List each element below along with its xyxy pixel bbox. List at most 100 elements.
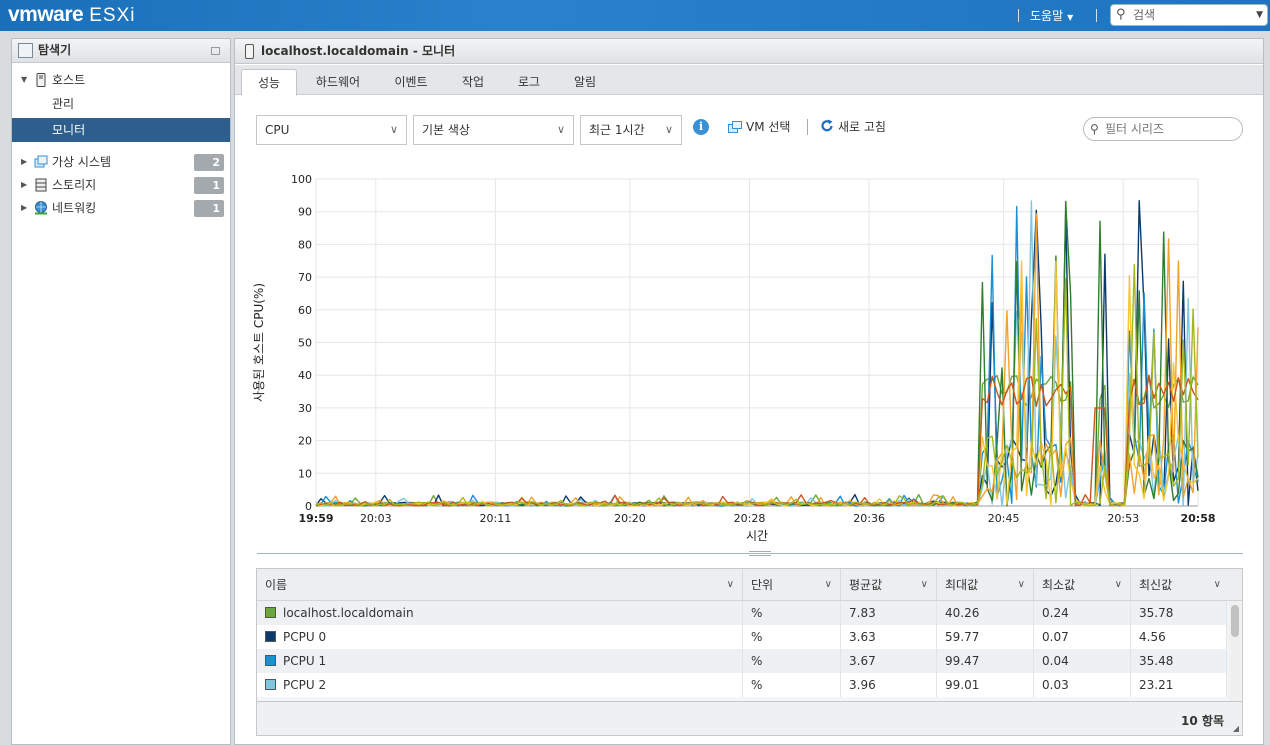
nav-storage[interactable]: ▶ 스토리지 1 (12, 173, 230, 197)
column-header-average[interactable]: 평균값 ∨ (841, 569, 937, 601)
help-menu[interactable]: 도움말 ▼ (1030, 7, 1073, 24)
metric-select[interactable]: CPU ∨ (256, 115, 407, 145)
series-color-swatch (265, 607, 276, 618)
search-placeholder: 검색 (1133, 8, 1156, 22)
y-tick-label: 10 (298, 467, 312, 480)
series-color-swatch (265, 679, 276, 690)
expand-arrow-icon[interactable]: ▶ (21, 173, 27, 197)
expand-arrow-icon[interactable]: ▶ (21, 196, 27, 220)
vmware-esxi-logo: vmware ESXi (8, 3, 136, 26)
cell-unit: % (743, 673, 841, 697)
chevron-down-icon: ∨ (556, 123, 565, 136)
y-tick-label: 80 (298, 238, 312, 251)
expand-arrow-icon[interactable]: ▶ (21, 150, 27, 174)
y-tick-label: 60 (298, 304, 312, 317)
metric-value: CPU (265, 123, 290, 137)
top-bar: vmware ESXi 도움말 ▼ ⚲ 검색 ▼ (0, 0, 1270, 31)
x-tick-label: 20:11 (480, 512, 512, 525)
search-icon: ⚲ (1090, 122, 1099, 136)
series-table: 이름 ∨ 단위 ∨ 평균값 ∨ 최대값 ∨ 최소값 ∨ 최신값 ∨ localhost.lo… (256, 568, 1243, 736)
cell-max: 99.47 (937, 649, 1034, 673)
scrollbar-thumb[interactable] (1231, 605, 1239, 637)
global-search-input[interactable]: ⚲ 검색 ▼ (1110, 4, 1268, 26)
info-icon[interactable]: i (693, 119, 709, 135)
nav-virtual-machines[interactable]: ▶ 가상 시스템 2 (12, 150, 230, 174)
series-line-5 (315, 213, 1199, 507)
column-header-unit[interactable]: 단위 ∨ (743, 569, 841, 601)
count-badge: 1 (194, 200, 224, 217)
cell-name: localhost.localdomain (257, 601, 743, 625)
vertical-scrollbar[interactable] (1229, 601, 1241, 701)
expand-arrow-icon[interactable]: ▼ (21, 68, 27, 92)
nav-host-monitor[interactable]: 모니터 (12, 118, 230, 142)
tab-events[interactable]: 이벤트 (381, 69, 441, 95)
vm-select-button[interactable]: VM 선택 (728, 118, 790, 135)
cell-max: 59.77 (937, 625, 1034, 649)
x-tick-label: 19:59 (298, 512, 333, 525)
chevron-down-icon[interactable]: ∨ (1018, 569, 1025, 601)
x-axis-label: 시간 (746, 529, 768, 543)
tab-performance[interactable]: 성능 (241, 69, 297, 96)
tab-hardware[interactable]: 하드웨어 (303, 69, 373, 95)
table-row[interactable]: PCPU 2% 3.96 99.01 0.03 23.21 (257, 673, 1227, 697)
x-tick-label: 20:28 (734, 512, 766, 525)
caret-down-icon: ▼ (1067, 13, 1074, 22)
x-tick-label: 20:58 (1180, 512, 1215, 525)
y-axis-label: 사용된 호스트 CPU(%) (252, 283, 266, 402)
color-scheme-select[interactable]: 기본 색상 ∨ (413, 115, 574, 145)
filter-series-input[interactable]: ⚲ 필터 시리즈 (1083, 117, 1243, 141)
cell-unit: % (743, 625, 841, 649)
chevron-down-icon: ∨ (664, 123, 673, 136)
cell-min: 0.07 (1034, 625, 1131, 649)
series-line-1 (315, 200, 1199, 507)
table-row[interactable]: PCPU 0% 3.63 59.77 0.07 4.56 (257, 625, 1227, 649)
vm-select-label: VM 선택 (746, 120, 791, 134)
caret-down-icon[interactable]: ▼ (1256, 5, 1263, 25)
tab-alarms[interactable]: 알림 (561, 69, 609, 95)
cell-unit: % (743, 601, 841, 625)
chevron-down-icon[interactable]: ∨ (727, 569, 734, 601)
chevron-down-icon[interactable]: ∨ (921, 569, 928, 601)
storage-icon (35, 178, 47, 192)
nav-networking[interactable]: ▶ 네트워킹 1 (12, 196, 230, 220)
y-tick-label: 90 (298, 206, 312, 219)
cell-name: PCPU 1 (257, 649, 743, 673)
nav-host-manage[interactable]: 관리 (12, 92, 230, 116)
cell-latest: 23.21 (1131, 673, 1227, 697)
collapse-panel-icon[interactable] (211, 47, 220, 55)
resize-grip-icon[interactable]: ◢ (1233, 724, 1239, 733)
count-badge: 2 (194, 154, 224, 171)
series-color-swatch (265, 655, 276, 666)
chevron-down-icon[interactable]: ∨ (825, 569, 832, 601)
splitter-grip-icon[interactable] (749, 551, 771, 556)
vm-icon (728, 121, 742, 133)
chevron-down-icon[interactable]: ∨ (1115, 569, 1122, 601)
cell-avg: 3.96 (841, 673, 937, 697)
time-range-select[interactable]: 최근 1시간 ∨ (580, 115, 682, 145)
filter-placeholder: 필터 시리즈 (1105, 122, 1165, 136)
network-icon (35, 201, 47, 215)
tab-tasks[interactable]: 작업 (449, 69, 497, 95)
table-row[interactable]: localhost.localdomain% 7.83 40.26 0.24 35.78 (257, 601, 1227, 625)
chevron-down-icon[interactable]: ∨ (1214, 569, 1221, 601)
column-header-max[interactable]: 최대값 ∨ (937, 569, 1034, 601)
column-header-name[interactable]: 이름 ∨ (257, 569, 743, 601)
help-label: 도움말 (1030, 9, 1064, 23)
column-header-latest[interactable]: 최신값 ∨ (1131, 569, 1229, 601)
tab-logs[interactable]: 로그 (505, 69, 553, 95)
nav-host[interactable]: ▼ 호스트 (12, 68, 230, 92)
y-tick-label: 30 (298, 402, 312, 415)
cell-avg: 3.67 (841, 649, 937, 673)
series-color-swatch (265, 631, 276, 642)
cell-max: 99.01 (937, 673, 1034, 697)
navigator-icon (18, 43, 33, 58)
host-icon (245, 44, 254, 59)
table-row[interactable]: PCPU 1% 3.67 99.47 0.04 35.48 (257, 649, 1227, 673)
search-icon: ⚲ (1116, 7, 1126, 22)
page-title: localhost.localdomain - 모니터 (261, 44, 456, 58)
column-header-min[interactable]: 최소값 ∨ (1034, 569, 1131, 601)
cell-max: 40.26 (937, 601, 1034, 625)
cell-unit: % (743, 649, 841, 673)
cell-avg: 7.83 (841, 601, 937, 625)
refresh-button[interactable]: 새로 고침 (820, 118, 886, 135)
